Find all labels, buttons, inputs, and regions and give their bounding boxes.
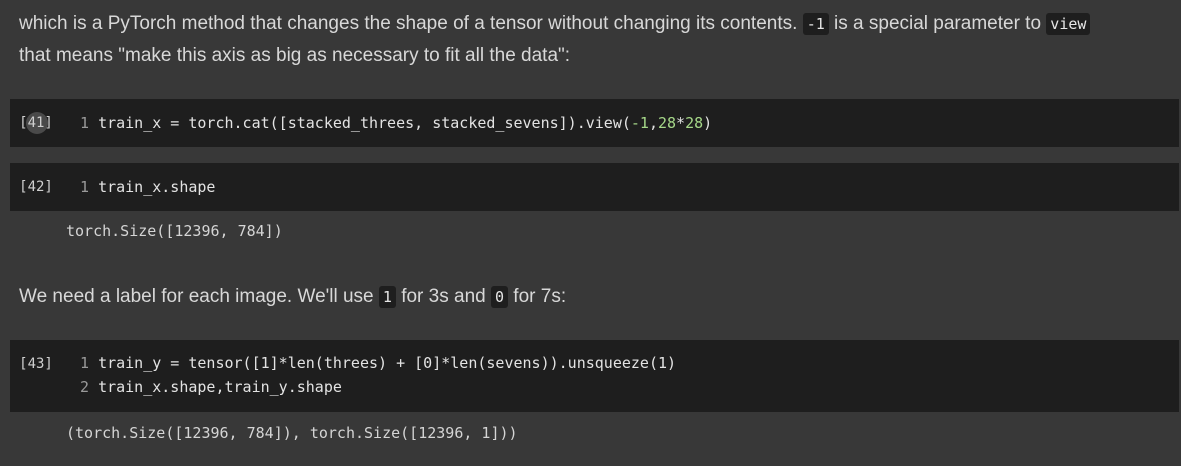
intro-text: is a special parameter to (828, 13, 1047, 34)
code-text: train_x.shape,train_y.shape (98, 378, 342, 396)
para-text: We need a label for each image. We'll us… (19, 286, 379, 307)
code-cell-43[interactable]: [43] 1 train_y = tensor([1]*len(threes) … (10, 340, 1179, 412)
inline-code: 0 (491, 286, 509, 308)
code-text: , (648, 114, 658, 132)
code-editor[interactable]: 1 train_x.shape (80, 175, 215, 199)
code-text: * (676, 114, 686, 132)
inline-code: view (1046, 13, 1091, 35)
code-number: 28 (657, 114, 677, 132)
execution-count[interactable]: [43] (15, 356, 57, 372)
inline-code: -1 (802, 13, 829, 35)
cell-output: (torch.Size([12396, 784]), torch.Size([1… (66, 424, 518, 442)
intro-text: that means "make this axis as big as nec… (19, 45, 571, 66)
intro-paragraph: which is a PyTorch method that changes t… (19, 8, 1171, 71)
line-number: 2 (80, 378, 90, 396)
execution-count[interactable]: [42] (15, 179, 57, 195)
inline-code: 1 (378, 286, 396, 308)
code-number: -1 (630, 114, 649, 132)
execution-count[interactable]: [41] (15, 112, 57, 134)
line-number: 1 (80, 354, 90, 372)
intro-text: which is a PyTorch method that changes t… (19, 13, 803, 34)
para-text: for 3s and (395, 286, 491, 307)
line-number: 1 (80, 114, 90, 132)
code-editor[interactable]: 1 train_x = torch.cat([stacked_threes, s… (80, 111, 712, 135)
code-cell-42[interactable]: [42] 1 train_x.shape (10, 163, 1179, 211)
line-number: 1 (80, 178, 90, 196)
code-text: train_y = tensor([1]*len(threes) + [0]*l… (98, 354, 677, 372)
label-paragraph: We need a label for each image. We'll us… (19, 281, 1171, 313)
code-text: train_x = torch.cat([stacked_threes, sta… (98, 114, 631, 132)
para-text: for 7s: (508, 286, 567, 307)
code-number: 28 (685, 114, 704, 132)
code-text: train_x.shape (98, 178, 216, 196)
cell-output: torch.Size([12396, 784]) (66, 222, 283, 240)
code-cell-41[interactable]: [41] 1 train_x = torch.cat([stacked_thre… (10, 99, 1179, 147)
code-editor[interactable]: 1 train_y = tensor([1]*len(threes) + [0]… (80, 351, 676, 399)
code-text: ) (703, 114, 713, 132)
